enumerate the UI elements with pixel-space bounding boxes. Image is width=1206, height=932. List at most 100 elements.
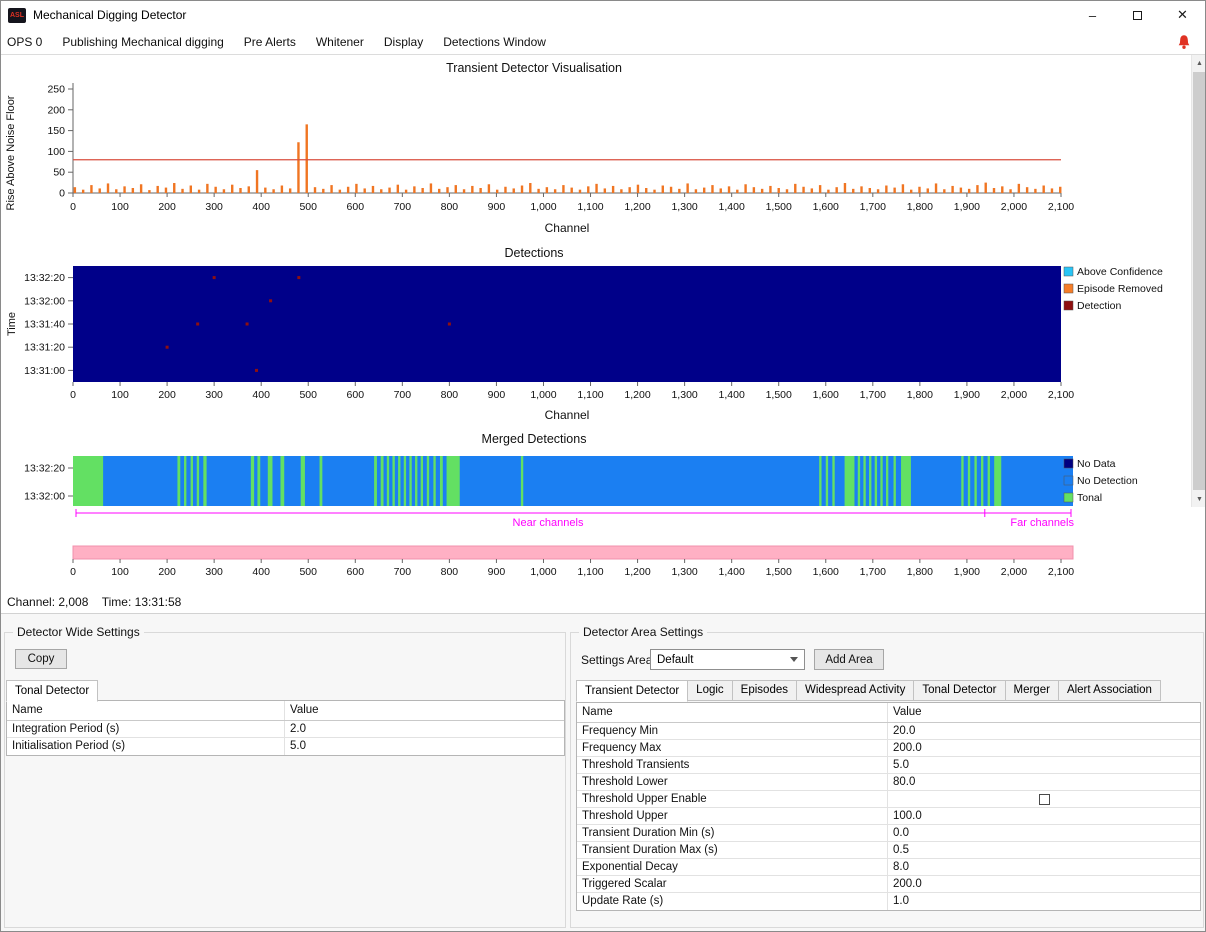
table-row-integration-period-s-[interactable]: Integration Period (s) 2.0 [7,721,564,738]
transient-bar [1001,186,1004,193]
table-row-threshold-upper-enable[interactable]: Threshold Upper Enable [577,791,1200,808]
setting-value[interactable]: 0.5 [888,842,1200,858]
transient-bar [363,188,366,193]
setting-value[interactable]: 2.0 [285,721,564,737]
tick-label: 1,700 [860,201,886,213]
table-row-threshold-transients[interactable]: Threshold Transients 5.0 [577,757,1200,774]
setting-value[interactable]: 200.0 [888,740,1200,756]
tick-label: 1,400 [719,566,745,578]
table-row-update-rate-s-[interactable]: Update Rate (s) 1.0 [577,893,1200,910]
minimize-button[interactable]: – [1070,1,1115,29]
merged-band[interactable] [73,456,1073,506]
tab-episodes[interactable]: Episodes [731,680,797,701]
transient-bar [926,188,929,193]
transient-bar [305,124,308,193]
maximize-button[interactable] [1115,1,1160,29]
settings-area-dropdown[interactable]: Default [650,649,805,670]
transient-bar [131,188,135,193]
setting-value[interactable]: 200.0 [888,876,1200,892]
scroll-down-icon[interactable]: ▼ [1192,491,1205,507]
tick-label: 1,600 [813,201,839,213]
checkbox-threshold-upper-enable[interactable] [1038,793,1050,805]
menu-item-whitener[interactable]: Whitener [306,29,374,54]
menu-item-publishing-mechanical-digging[interactable]: Publishing Mechanical digging [52,29,233,54]
tonal-segment [177,456,181,506]
tick-label: 0 [70,566,76,578]
tick-label: 100 [111,566,129,578]
tab-widespread-activity[interactable]: Widespread Activity [795,680,915,701]
tick-label: 13:32:00 [24,295,65,307]
scrollbar-thumb[interactable] [1193,72,1205,490]
detector-wide-settings-group: Detector Wide Settings Copy Tonal Detect… [4,625,566,928]
tick-label: 900 [488,566,506,578]
setting-name: Exponential Decay [577,859,888,875]
tick-label: 1,200 [624,201,650,213]
setting-value[interactable]: 8.0 [888,859,1200,875]
setting-value[interactable]: 20.0 [888,723,1200,739]
alert-bell-icon[interactable] [1176,34,1192,50]
menu-item-ops-0[interactable]: OPS 0 [1,29,52,54]
transient-bar [719,188,722,193]
tick-label: 200 [158,566,176,578]
transient-bar [934,183,938,193]
setting-name: Threshold Lower [577,774,888,790]
transient-bar [620,189,623,193]
copy-button[interactable]: Copy [15,649,67,669]
transient-bar [495,189,499,193]
table-row-frequency-min[interactable]: Frequency Min 20.0 [577,723,1200,740]
transient-bar [479,188,482,193]
setting-value[interactable]: 5.0 [285,738,564,755]
close-button[interactable]: ✕ [1160,1,1205,29]
overview-pink-strip[interactable] [72,545,1074,560]
table-row-triggered-scalar[interactable]: Triggered Scalar 200.0 [577,876,1200,893]
menu-item-detections-window[interactable]: Detections Window [433,29,556,54]
table-row-transient-duration-max-s-[interactable]: Transient Duration Max (s) 0.5 [577,842,1200,859]
menu-item-pre-alerts[interactable]: Pre Alerts [234,29,306,54]
table-row-transient-duration-min-s-[interactable]: Transient Duration Min (s) 0.0 [577,825,1200,842]
tab-tonal-detector[interactable]: Tonal Detector [6,680,99,702]
tonal-segment [832,456,835,506]
status-time: Time: 13:31:58 [101,595,182,609]
setting-value[interactable]: 80.0 [888,774,1200,790]
transient-bar [471,185,474,193]
setting-value[interactable]: 0.0 [888,825,1200,841]
transient-bar [206,183,209,193]
tonal-segment [885,456,889,506]
tab-logic[interactable]: Logic [687,680,733,701]
tab-alert-association[interactable]: Alert Association [1057,680,1161,701]
table-row-initialisation-period-s-[interactable]: Initialisation Period (s) 5.0 [7,738,564,755]
add-area-button[interactable]: Add Area [814,649,884,670]
legend-swatch [1063,475,1074,486]
table-row-threshold-upper[interactable]: Threshold Upper 100.0 [577,808,1200,825]
transient-bar [487,184,491,193]
tab-merger[interactable]: Merger [1004,680,1059,701]
transient-bar [115,189,118,193]
transient-bar [338,189,342,193]
transient-bar [545,187,549,193]
setting-value[interactable]: 5.0 [888,757,1200,773]
transient-bar [1025,187,1029,193]
detections-heatmap[interactable] [73,266,1061,382]
table-row-frequency-max[interactable]: Frequency Max 200.0 [577,740,1200,757]
transient-bar [678,188,681,193]
setting-name: Threshold Transients [577,757,888,773]
transient-bar [288,188,292,193]
transient-bar [537,188,540,193]
menu-item-display[interactable]: Display [374,29,433,54]
detection-point [196,322,200,326]
setting-value[interactable]: 100.0 [888,808,1200,824]
scroll-up-icon[interactable]: ▲ [1192,55,1205,71]
table-row-exponential-decay[interactable]: Exponential Decay 8.0 [577,859,1200,876]
setting-value[interactable]: 1.0 [888,893,1200,910]
window-controls: – ✕ [1070,1,1205,29]
transient-bar [1059,186,1062,193]
transient-bar [189,185,193,193]
tab-tonal-detector[interactable]: Tonal Detector [913,680,1006,701]
tick-label: 13:31:20 [24,342,65,354]
vertical-scrollbar[interactable]: ▲ ▼ [1191,55,1205,507]
tab-transient-detector[interactable]: Transient Detector [576,680,689,702]
setting-value[interactable] [888,791,1200,807]
settings-area-label: Settings Area: [581,653,656,667]
table-row-threshold-lower[interactable]: Threshold Lower 80.0 [577,774,1200,791]
detector-wide-table: Name Value Integration Period (s) 2.0 Initia… [6,700,565,756]
